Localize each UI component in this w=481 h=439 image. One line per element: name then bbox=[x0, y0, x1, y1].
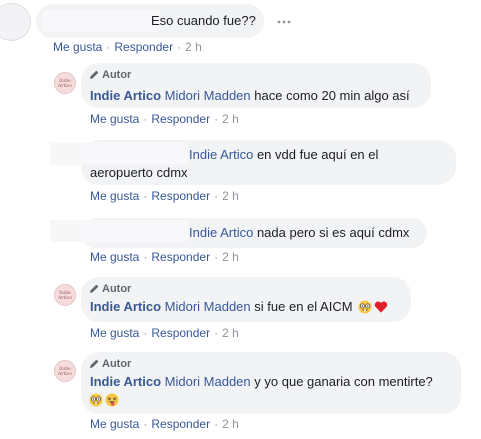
separator: · bbox=[177, 40, 182, 54]
mention-link[interactable]: Midori Madden bbox=[165, 88, 251, 103]
timestamp[interactable]: 2 h bbox=[222, 189, 239, 203]
timestamp[interactable]: 2 h bbox=[222, 417, 239, 431]
separator: · bbox=[214, 250, 219, 264]
author-badge: Autor bbox=[89, 358, 131, 370]
separator: · bbox=[143, 112, 148, 126]
redacted-name bbox=[42, 10, 160, 32]
timestamp[interactable]: 2 h bbox=[222, 250, 239, 264]
redacted-name bbox=[80, 220, 188, 242]
reply-button[interactable]: Responder bbox=[114, 40, 173, 54]
red-heart-icon bbox=[375, 301, 388, 313]
avatar[interactable]: Indie Artico bbox=[54, 72, 76, 94]
separator: · bbox=[143, 326, 148, 340]
emoji-line bbox=[89, 391, 119, 409]
mention-link[interactable]: Midori Madden bbox=[165, 374, 251, 389]
comment-text: si fue en el AICM bbox=[254, 299, 353, 314]
mention-link[interactable]: Indie Artico bbox=[189, 147, 253, 162]
comment-text: nada pero si es aquí cdmx bbox=[256, 225, 410, 240]
reply-button[interactable]: Responder bbox=[151, 189, 210, 203]
comment-actions: Me gusta · Responder · 2 h bbox=[53, 40, 202, 54]
like-button[interactable]: Me gusta bbox=[53, 40, 102, 54]
comment-bubble: Autor Indie Artico Midori Madden si fue … bbox=[81, 277, 411, 322]
pencil-icon bbox=[90, 284, 99, 293]
comment-actions: Me gusta · Responder · 2 h bbox=[90, 250, 239, 264]
comment-actions: Me gusta · Responder · 2 h bbox=[90, 326, 239, 340]
comment-text: Eso cuando fue?? bbox=[151, 13, 256, 28]
like-button[interactable]: Me gusta bbox=[90, 326, 139, 340]
comment-bubble: Autor Indie Artico Midori Madden hace co… bbox=[81, 63, 431, 108]
comment-bubble: Autor Indie Artico Midori Madden y yo qu… bbox=[81, 352, 461, 414]
more-options-icon[interactable] bbox=[276, 14, 292, 24]
comment-bubble: Indie Artico en vdd fue aquí en el aerop… bbox=[80, 140, 456, 185]
redacted-avatar bbox=[50, 220, 82, 242]
comment-actions: Me gusta · Responder · 2 h bbox=[90, 417, 239, 431]
comment-bubble: Eso cuando fue?? bbox=[36, 4, 264, 38]
comment-bubble: Indie Artico nada pero si es aquí cdmx bbox=[80, 218, 427, 248]
comment-line: Indie Artico nada pero si es aquí cdmx bbox=[189, 224, 409, 242]
comment-line: Indie Artico Midori Madden y yo que gana… bbox=[90, 373, 433, 391]
mention-link[interactable]: Indie Artico bbox=[189, 225, 253, 240]
nerd-face-icon bbox=[358, 300, 372, 314]
separator: · bbox=[143, 189, 148, 203]
reply-button[interactable]: Responder bbox=[151, 112, 210, 126]
author-badge: Autor bbox=[89, 283, 131, 295]
like-button[interactable]: Me gusta bbox=[90, 250, 139, 264]
timestamp[interactable]: 2 h bbox=[222, 326, 239, 340]
pencil-icon bbox=[90, 359, 99, 368]
comment-actions: Me gusta · Responder · 2 h bbox=[90, 189, 239, 203]
comment-actions: Me gusta · Responder · 2 h bbox=[90, 112, 239, 126]
reply-button[interactable]: Responder bbox=[151, 326, 210, 340]
timestamp[interactable]: 2 h bbox=[222, 112, 239, 126]
separator: · bbox=[143, 250, 148, 264]
separator: · bbox=[214, 112, 219, 126]
comment-line: Indie Artico Midori Madden si fue en el … bbox=[90, 298, 388, 316]
comment-author-name[interactable]: Indie Artico bbox=[90, 299, 161, 314]
comment-line: Indie Artico en vdd fue aquí en el bbox=[189, 146, 378, 164]
author-badge: Autor bbox=[89, 69, 131, 81]
timestamp[interactable]: 2 h bbox=[185, 40, 202, 54]
mention-link[interactable]: Midori Madden bbox=[165, 299, 251, 314]
comment-text: hace como 20 min algo así bbox=[254, 88, 410, 103]
like-button[interactable]: Me gusta bbox=[90, 189, 139, 203]
comment-author-name[interactable]: Indie Artico bbox=[90, 374, 161, 389]
comment-author-name[interactable]: Indie Artico bbox=[90, 88, 161, 103]
like-button[interactable]: Me gusta bbox=[90, 112, 139, 126]
separator: · bbox=[143, 417, 148, 431]
author-badge-label: Autor bbox=[102, 283, 132, 295]
author-badge-label: Autor bbox=[102, 69, 132, 81]
author-badge-label: Autor bbox=[102, 358, 132, 370]
nerd-face-icon bbox=[89, 393, 103, 407]
redacted-name bbox=[80, 142, 188, 164]
separator: · bbox=[106, 40, 111, 54]
comment-line: Indie Artico Midori Madden hace como 20 … bbox=[90, 87, 410, 105]
comment-text: y yo que ganaria con mentirte? bbox=[254, 374, 433, 389]
separator: · bbox=[214, 417, 219, 431]
reply-button[interactable]: Responder bbox=[151, 417, 210, 431]
like-button[interactable]: Me gusta bbox=[90, 417, 139, 431]
winking-tongue-face-icon bbox=[105, 393, 119, 407]
comment-text: en vdd fue aquí en el bbox=[256, 147, 379, 162]
comment-text: aeropuerto cdmx bbox=[90, 165, 188, 180]
avatar[interactable]: Indie Artico bbox=[54, 284, 76, 306]
pencil-icon bbox=[90, 70, 99, 79]
avatar[interactable]: Indie Artico bbox=[54, 360, 76, 382]
reply-button[interactable]: Responder bbox=[151, 250, 210, 264]
redacted-avatar bbox=[50, 143, 82, 165]
separator: · bbox=[214, 326, 219, 340]
separator: · bbox=[214, 189, 219, 203]
redacted-avatar bbox=[0, 3, 31, 41]
